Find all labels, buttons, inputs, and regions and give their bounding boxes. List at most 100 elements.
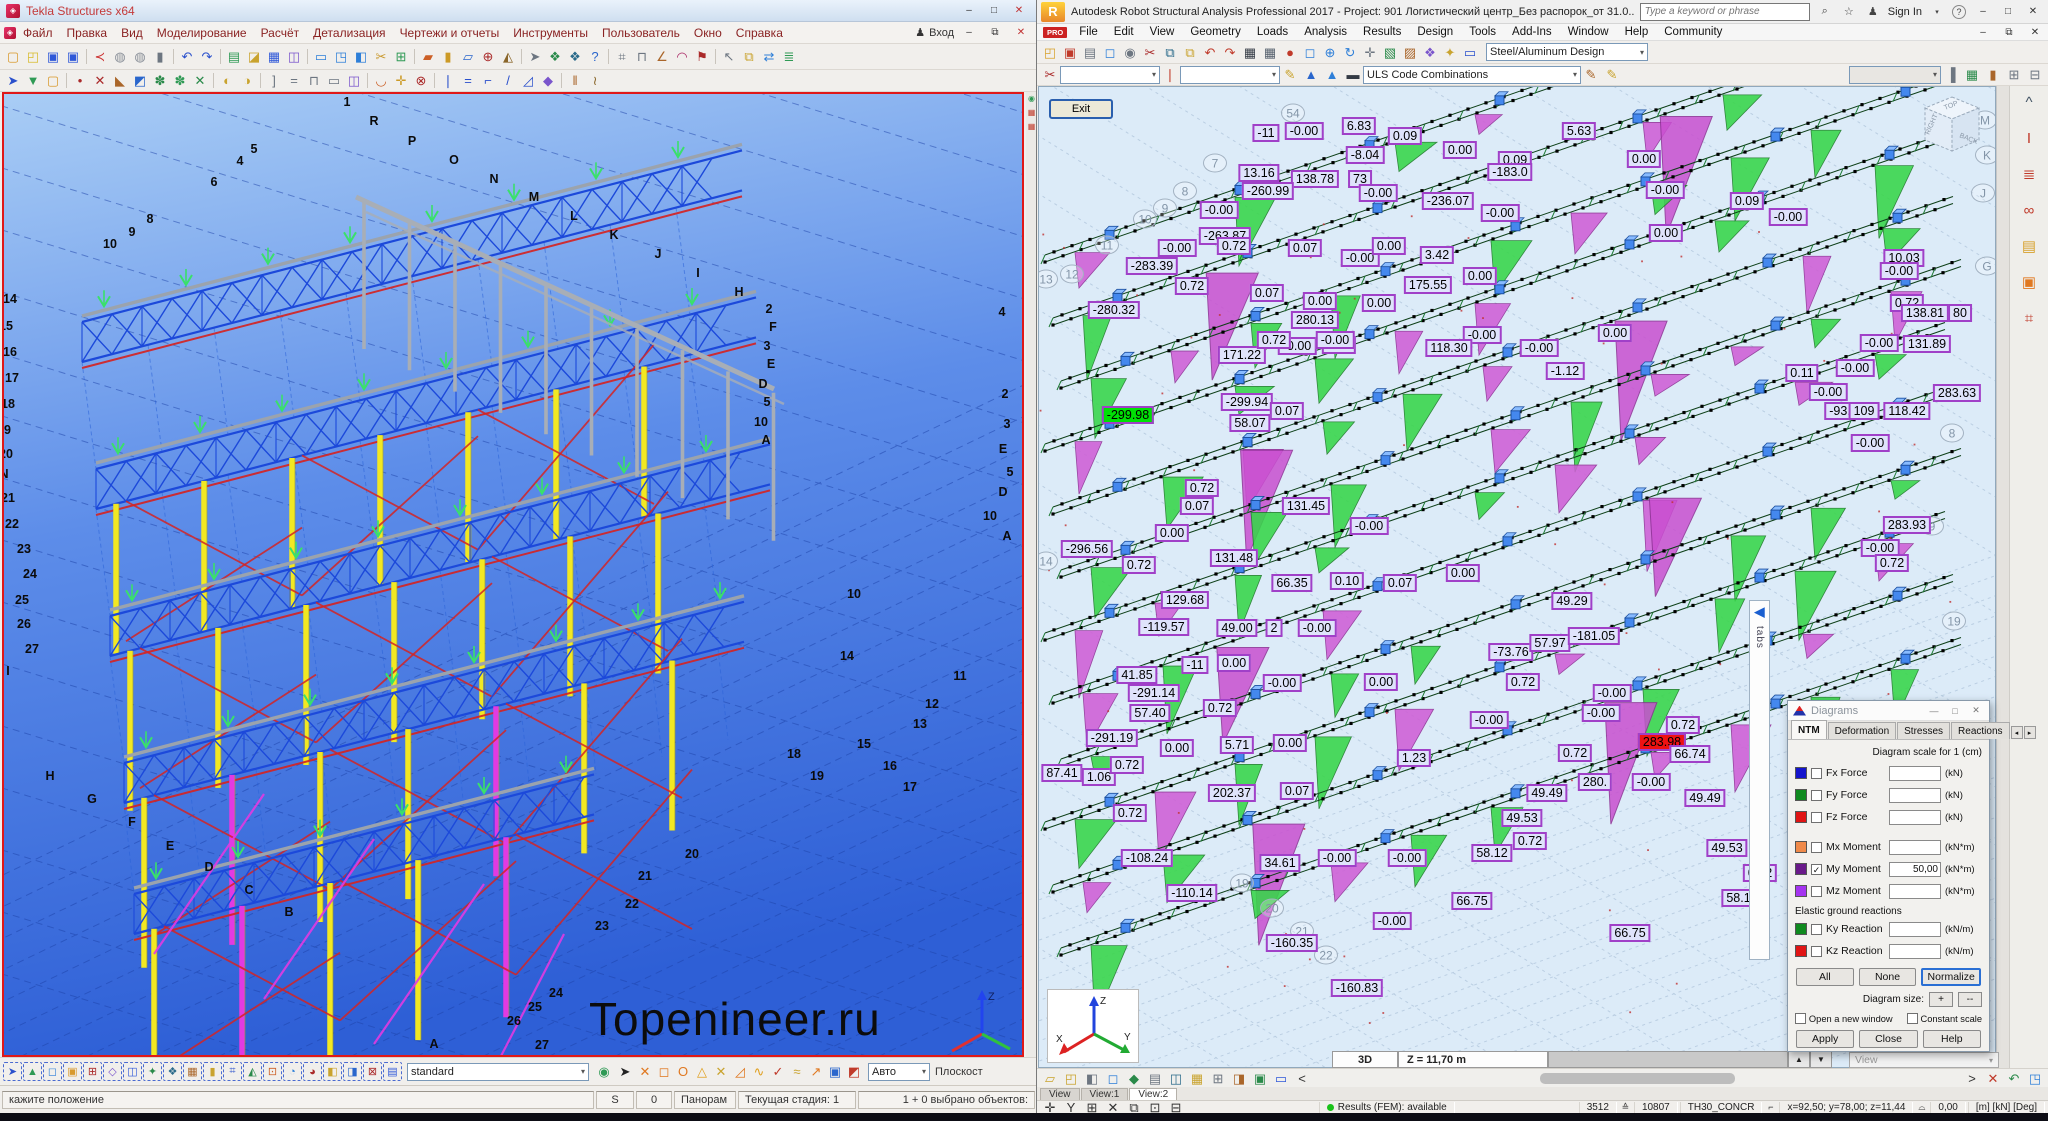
- doc-close-icon[interactable]: ✕: [2024, 24, 2046, 40]
- copy-icon[interactable]: ⧉: [739, 47, 759, 67]
- template-icon[interactable]: ◻: [1103, 1068, 1123, 1088]
- roof-icon[interactable]: ◐: [217, 71, 237, 91]
- size-plus-button[interactable]: +: [1929, 992, 1953, 1007]
- create-column-icon[interactable]: ▮: [438, 47, 458, 67]
- green-table-icon[interactable]: ▦: [1962, 65, 1982, 85]
- save-icon[interactable]: ▣: [43, 47, 63, 67]
- table2-icon[interactable]: ⊞: [2004, 65, 2024, 85]
- close-icon[interactable]: ✕: [2022, 4, 2044, 20]
- section-icon[interactable]: ≣: [2017, 162, 2041, 186]
- node-select-icon[interactable]: ✂: [1040, 65, 1060, 85]
- dialog-close-icon[interactable]: ✕: [1968, 705, 1984, 716]
- select-filter-icon[interactable]: ➤: [3, 71, 23, 91]
- vertical-scrollbar[interactable]: [1997, 86, 2010, 1068]
- none-button[interactable]: None: [1859, 968, 1917, 986]
- select-welds-icon[interactable]: ◫: [123, 1062, 142, 1081]
- search-icon[interactable]: ⌕: [1816, 3, 1834, 21]
- grid3-icon[interactable]: ⊞: [1082, 1097, 1102, 1113]
- menu-item-8[interactable]: Tools: [1461, 26, 1504, 38]
- robot-titlebar[interactable]: R Autodesk Robot Structural Analysis Pro…: [1037, 0, 2048, 24]
- view-combo[interactable]: View▾: [1849, 1052, 1999, 1068]
- view-cube[interactable]: TOP RIGHT BACK: [1915, 89, 1989, 163]
- tekla-model-viewport[interactable]: Z 1RPONMLKJIH2F3ED510A456891014151617181…: [2, 92, 1024, 1057]
- render-icon[interactable]: ▧: [1380, 42, 1400, 62]
- snap-mode-combo[interactable]: Авто▾: [868, 1063, 930, 1081]
- collapse-arrow-icon[interactable]: ^: [2017, 90, 2041, 114]
- open-model-icon[interactable]: ◰: [23, 47, 43, 67]
- save-as-icon[interactable]: ▣: [63, 47, 83, 67]
- select-grids-icon[interactable]: ⊞: [83, 1062, 102, 1081]
- undo-icon[interactable]: ↶: [177, 47, 197, 67]
- dialog-tab-reactions[interactable]: Reactions: [1951, 722, 2009, 739]
- scale-input[interactable]: [1889, 884, 1941, 899]
- view-plane-icon[interactable]: ▭: [311, 47, 331, 67]
- normalize-button[interactable]: Normalize: [1921, 968, 1981, 986]
- grab-icon[interactable]: ✦: [1440, 42, 1460, 62]
- diagram-checkbox[interactable]: [1811, 924, 1822, 935]
- orientation-widget[interactable]: Z X Y: [1047, 989, 1139, 1063]
- undo-icon[interactable]: ↶: [1200, 42, 1220, 62]
- flag-icon[interactable]: ⚑: [692, 47, 712, 67]
- select-rebar2-icon[interactable]: ◕: [303, 1062, 322, 1081]
- select-components-icon[interactable]: ❖: [163, 1062, 182, 1081]
- cross-icon[interactable]: ✕: [190, 71, 210, 91]
- constant-scale-checkbox[interactable]: [1907, 1013, 1918, 1024]
- size-minus-button[interactable]: --: [1958, 992, 1982, 1007]
- corner2-icon[interactable]: ⊓: [304, 71, 324, 91]
- bar-selection-combo[interactable]: ▾: [1180, 66, 1280, 84]
- select-assemblies-icon[interactable]: ▦: [183, 1062, 202, 1081]
- calc-results-icon[interactable]: ▦: [1260, 42, 1280, 62]
- lock-icon[interactable]: ●: [1280, 42, 1300, 62]
- person-icon[interactable]: ♟: [1864, 3, 1882, 21]
- z-up-button[interactable]: ▲: [1788, 1051, 1810, 1068]
- menu-item-10[interactable]: Справка: [729, 26, 790, 40]
- paste-icon[interactable]: ⧉: [1180, 42, 1200, 62]
- menu-item-1[interactable]: Edit: [1106, 26, 1142, 38]
- create-weld-icon[interactable]: ◭: [498, 47, 518, 67]
- maximize-icon[interactable]: □: [983, 3, 1005, 19]
- component-catalog-icon[interactable]: ❖: [565, 47, 585, 67]
- steel-profile-icon[interactable]: I: [2017, 126, 2041, 150]
- diagram-checkbox[interactable]: [1811, 946, 1822, 957]
- layers-icon[interactable]: ⧉: [1124, 1097, 1144, 1113]
- display-icon[interactable]: ❖: [1420, 42, 1440, 62]
- menu-item-5[interactable]: Analysis: [1296, 26, 1355, 38]
- menu-item-0[interactable]: Файл: [16, 26, 60, 40]
- note-icon[interactable]: ◫: [1166, 1068, 1186, 1088]
- layout2-icon[interactable]: ◰: [1061, 1068, 1081, 1088]
- scale-input[interactable]: [1889, 944, 1941, 959]
- hand-tool-icon[interactable]: ✛: [391, 71, 411, 91]
- zoom-select-icon[interactable]: ◻: [1300, 42, 1320, 62]
- view-mode-cell[interactable]: 3D: [1332, 1051, 1398, 1068]
- redo-icon[interactable]: ↷: [1220, 42, 1240, 62]
- select-rebar-icon[interactable]: ◔: [283, 1062, 302, 1081]
- snap-half-icon[interactable]: ◩: [845, 1063, 863, 1081]
- table-icon[interactable]: ▤: [1145, 1068, 1165, 1088]
- line1-icon[interactable]: ❘: [438, 71, 458, 91]
- scale-input[interactable]: [1889, 840, 1941, 855]
- select-planes-icon[interactable]: ⊠: [363, 1062, 382, 1081]
- line5-icon[interactable]: ◿: [518, 71, 538, 91]
- menu-item-9[interactable]: Add-Ins: [1504, 26, 1560, 38]
- menu-item-12[interactable]: Community: [1656, 26, 1730, 38]
- scale-input[interactable]: [1889, 766, 1941, 781]
- result-combo[interactable]: ▾: [1849, 66, 1941, 84]
- bracket-icon[interactable]: ]: [264, 71, 284, 91]
- menu-item-7[interactable]: Design: [1409, 26, 1461, 38]
- coords-icon[interactable]: ✛: [1040, 1097, 1060, 1113]
- equal-icon[interactable]: =: [284, 71, 304, 91]
- params2-icon[interactable]: ✎: [1602, 65, 1622, 85]
- attr-brush-icon[interactable]: ✎: [1280, 65, 1300, 85]
- clip-grid-icon[interactable]: ▦: [1027, 108, 1037, 118]
- sheet-icon[interactable]: ▦: [1187, 1068, 1207, 1088]
- zoom-rotate-icon[interactable]: ↻: [1340, 42, 1360, 62]
- dim-horizontal-icon[interactable]: ⊓: [632, 47, 652, 67]
- apply-button[interactable]: Apply: [1796, 1030, 1854, 1048]
- clip-grid2-icon[interactable]: ▦: [1027, 122, 1037, 132]
- doc-restore-icon[interactable]: ⧉: [984, 25, 1006, 41]
- open-new-window-checkbox[interactable]: [1795, 1013, 1806, 1024]
- component-star-icon[interactable]: ✽: [150, 71, 170, 91]
- select-points-icon[interactable]: ▣: [63, 1062, 82, 1081]
- menu-item-8[interactable]: Пользователь: [595, 26, 687, 40]
- search-input[interactable]: [1640, 3, 1810, 21]
